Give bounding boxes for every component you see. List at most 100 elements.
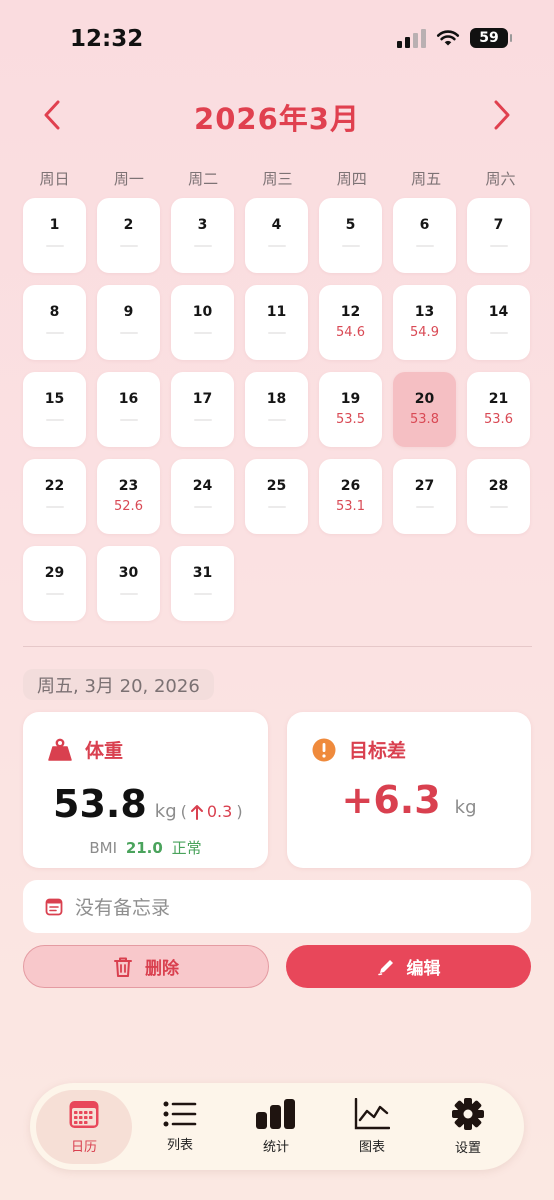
day-cell[interactable]: 19 53.5 xyxy=(319,372,382,447)
weekday-label: 周四 xyxy=(336,170,367,188)
weekday-label: 周日 xyxy=(39,170,70,188)
tab-bar: 日历 列表 统计 图表 设置 xyxy=(30,1083,524,1170)
battery-icon: 59 xyxy=(470,28,512,48)
no-entry-dash xyxy=(193,506,212,508)
day-cell[interactable]: 29 xyxy=(23,546,86,621)
no-entry-dash xyxy=(489,506,508,508)
weekday-row: 周日 周一 周二 周三 周四 周五 周六 xyxy=(23,168,532,189)
day-number: 31 xyxy=(192,565,213,581)
weight-icon xyxy=(48,738,72,761)
trash-icon xyxy=(114,957,132,977)
delete-button-label: 删除 xyxy=(145,959,179,979)
status-time: 12:32 xyxy=(70,26,144,52)
tab-stats[interactable]: 统计 xyxy=(228,1090,324,1164)
day-number: 9 xyxy=(123,304,134,320)
line-chart-icon xyxy=(354,1098,390,1130)
memo-field[interactable]: 没有备忘录 xyxy=(23,880,531,933)
goal-value-row: +6.3 kg xyxy=(287,778,531,822)
day-cell[interactable]: 7 xyxy=(467,198,530,273)
day-cell[interactable]: 28 xyxy=(467,459,530,534)
day-number: 2 xyxy=(123,217,134,233)
no-entry-dash xyxy=(267,245,286,247)
no-entry-dash xyxy=(341,245,360,247)
day-cell[interactable]: 6 xyxy=(393,198,456,273)
goal-diff-value: +6.3 xyxy=(341,778,441,822)
tab-label: 列表 xyxy=(166,1138,193,1153)
month-title: 2026年3月 xyxy=(194,102,360,136)
day-cell[interactable]: 22 xyxy=(23,459,86,534)
no-entry-dash xyxy=(119,593,138,595)
tab-label: 设置 xyxy=(454,1141,481,1156)
tab-calendar[interactable]: 日历 xyxy=(36,1089,132,1164)
day-number: 12 xyxy=(340,304,361,320)
day-weight: 53.6 xyxy=(484,412,513,427)
weekday-label: 周三 xyxy=(262,170,293,188)
day-cell[interactable]: 21 53.6 xyxy=(467,372,530,447)
no-entry-dash xyxy=(119,419,138,421)
no-entry-dash xyxy=(45,593,64,595)
day-cell[interactable]: 15 xyxy=(23,372,86,447)
day-cell[interactable]: 11 xyxy=(245,285,308,360)
day-cell[interactable]: 31 xyxy=(171,546,234,621)
weight-card-title: 体重 xyxy=(85,740,124,762)
calendar-grid: 1 2 3 4 5 6 7 8 9 10 11 12 54.6 13 54.9 14 15 16 17 18 19 53.… xyxy=(23,198,532,621)
weight-value-row: 53.8 kg ( 0.3 ) xyxy=(53,782,243,826)
note-icon xyxy=(45,898,63,915)
memo-text: 没有备忘录 xyxy=(75,897,171,919)
day-cell[interactable]: 2 xyxy=(97,198,160,273)
bar-chart-icon xyxy=(256,1099,295,1129)
edit-button[interactable]: 编辑 xyxy=(286,945,531,988)
tab-chart[interactable]: 图表 xyxy=(324,1090,420,1164)
day-cell[interactable]: 26 53.1 xyxy=(319,459,382,534)
day-cell[interactable]: 17 xyxy=(171,372,234,447)
day-cell[interactable]: 27 xyxy=(393,459,456,534)
no-entry-dash xyxy=(45,245,64,247)
pencil-icon xyxy=(377,959,393,975)
day-number: 18 xyxy=(266,391,287,407)
status-icons: 59 xyxy=(397,28,512,48)
day-cell[interactable]: 10 xyxy=(171,285,234,360)
paren-close: ) xyxy=(236,802,243,821)
bmi-label: BMI xyxy=(89,839,118,857)
goal-card-title: 目标差 xyxy=(349,740,407,762)
battery-level: 59 xyxy=(479,30,499,46)
day-weight: 53.5 xyxy=(336,412,365,427)
day-cell[interactable]: 23 52.6 xyxy=(97,459,160,534)
day-cell[interactable]: 3 xyxy=(171,198,234,273)
day-cell[interactable]: 9 xyxy=(97,285,160,360)
day-number: 13 xyxy=(414,304,435,320)
day-number: 20 xyxy=(414,391,435,407)
weekday-label: 周一 xyxy=(113,170,144,188)
day-cell[interactable]: 25 xyxy=(245,459,308,534)
tab-list[interactable]: 列表 xyxy=(132,1090,228,1164)
weight-change: ( 0.3 ) xyxy=(181,802,243,821)
wifi-icon xyxy=(436,30,460,46)
no-entry-dash xyxy=(193,245,212,247)
no-entry-dash xyxy=(45,419,64,421)
day-cell[interactable]: 12 54.6 xyxy=(319,285,382,360)
goal-diff-unit: kg xyxy=(454,797,477,818)
day-cell[interactable]: 1 xyxy=(23,198,86,273)
day-cell[interactable]: 13 54.9 xyxy=(393,285,456,360)
day-cell[interactable]: 30 xyxy=(97,546,160,621)
day-cell[interactable]: 5 xyxy=(319,198,382,273)
day-cell[interactable]: 18 xyxy=(245,372,308,447)
tab-settings[interactable]: 设置 xyxy=(420,1090,516,1164)
day-cell[interactable]: 14 xyxy=(467,285,530,360)
day-weight: 53.8 xyxy=(410,412,439,427)
day-weight: 52.6 xyxy=(114,499,143,514)
day-number: 17 xyxy=(192,391,213,407)
day-cell[interactable]: 20 53.8 xyxy=(393,372,456,447)
day-cell[interactable]: 16 xyxy=(97,372,160,447)
weight-change-value: 0.3 xyxy=(206,802,233,821)
day-number: 29 xyxy=(44,565,65,581)
next-month-button[interactable] xyxy=(477,90,527,140)
day-cell[interactable]: 24 xyxy=(171,459,234,534)
day-cell[interactable]: 8 xyxy=(23,285,86,360)
delete-button[interactable]: 删除 xyxy=(23,945,269,988)
gear-icon xyxy=(452,1098,484,1130)
tab-label: 图表 xyxy=(358,1140,385,1155)
day-cell[interactable]: 4 xyxy=(245,198,308,273)
weekday-label: 周五 xyxy=(411,170,442,188)
list-icon xyxy=(163,1101,197,1127)
